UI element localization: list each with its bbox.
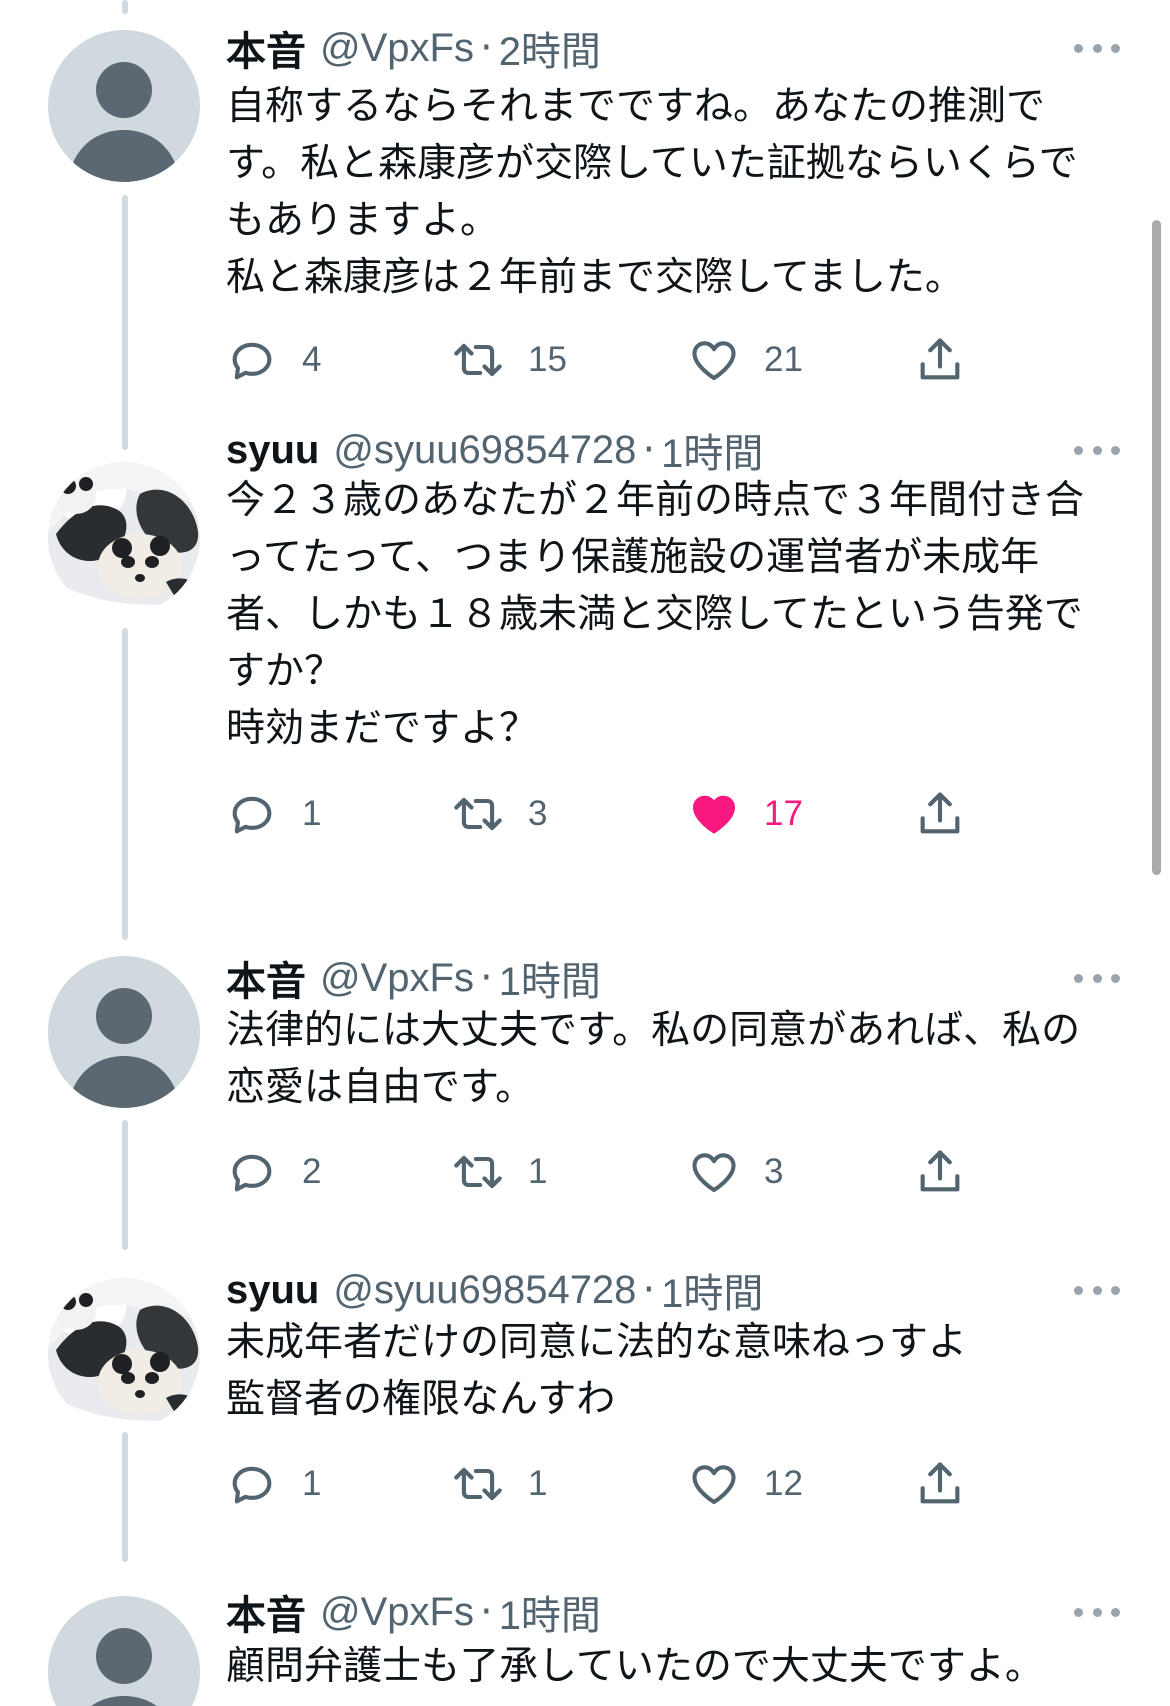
more-icon[interactable]: [1074, 958, 1120, 998]
user-handle[interactable]: @syuu69854728: [333, 428, 636, 473]
separator-dot: ·: [642, 1267, 656, 1313]
like-button[interactable]: 12: [688, 1454, 803, 1514]
tweet-header: 本音 @VpxFs · 1時間: [226, 948, 1120, 1008]
default-avatar-icon[interactable]: [48, 956, 200, 1108]
retweet-button[interactable]: 1: [452, 1454, 547, 1514]
timestamp[interactable]: 1時間: [499, 949, 601, 1007]
user-handle[interactable]: @syuu69854728: [333, 1268, 636, 1313]
user-handle[interactable]: @VpxFs: [320, 956, 474, 1001]
tweet-text: 未成年者だけの同意に法的な意味ねっすよ 監督者の権限なんすわ: [226, 1320, 968, 1422]
like-count: 21: [764, 340, 803, 379]
user-handle[interactable]: @VpxFs: [320, 26, 474, 71]
timestamp[interactable]: 1時間: [661, 421, 763, 479]
share-button[interactable]: [914, 1454, 966, 1514]
like-icon: [692, 341, 736, 381]
retweet-button[interactable]: 15: [452, 330, 567, 390]
tweet[interactable]: syuu @syuu69854728 · 1時間 未成年者だけの同意に法的な意味…: [0, 1250, 1170, 1540]
separator-dot: ·: [479, 955, 493, 1001]
separator-dot: ·: [479, 25, 493, 71]
reply-icon: [232, 1466, 272, 1504]
retweet-button[interactable]: 3: [452, 784, 547, 844]
like-count: 12: [764, 1464, 803, 1503]
tweet-text: 法律的には大丈夫です。私の同意があれば、私の恋愛は自由です。: [226, 1008, 1081, 1110]
tweet-text: 自称するならそれまでですね。あなたの推測です。私と森康彦が交際していた証拠ならい…: [226, 84, 1078, 300]
reply-button[interactable]: 1: [226, 1454, 321, 1514]
share-icon: [920, 1462, 960, 1504]
retweet-icon: [454, 343, 502, 377]
retweet-icon: [454, 1155, 502, 1189]
reply-count: 1: [302, 794, 322, 833]
tweet[interactable]: syuu @syuu69854728 · 1時間 今２３歳のあなたが２年前の時点…: [0, 420, 1170, 890]
display-name[interactable]: 本音: [226, 1583, 306, 1641]
share-icon: [920, 338, 960, 380]
reply-thread: 本音 @VpxFs · 2時間 自称するならそれまでですね。あなたの推測です。私…: [0, 0, 1170, 1706]
scrollbar[interactable]: [1152, 220, 1161, 875]
reply-button[interactable]: 1: [226, 784, 321, 844]
tweet-header: 本音 @VpxFs · 2時間: [226, 18, 1120, 78]
display-name[interactable]: syuu: [226, 1268, 319, 1313]
like-icon: [692, 795, 736, 834]
like-button[interactable]: 3: [688, 1142, 783, 1202]
reply-count: 2: [302, 1152, 322, 1191]
timestamp[interactable]: 2時間: [499, 19, 601, 77]
like-button[interactable]: 21: [688, 330, 803, 390]
tweet-actions: 1 3 17: [226, 784, 986, 844]
tweet[interactable]: 本音 @VpxFs · 1時間 法律的には大丈夫です。私の同意があれば、私の恋愛…: [0, 940, 1170, 1240]
retweet-count: 3: [528, 794, 548, 833]
timestamp[interactable]: 1時間: [499, 1583, 601, 1641]
user-handle[interactable]: @VpxFs: [320, 1590, 474, 1635]
display-name[interactable]: 本音: [226, 19, 306, 77]
reply-button[interactable]: 4: [226, 330, 321, 390]
tweet[interactable]: 本音 @VpxFs · 1時間 顧問弁護士も了承していたので大丈夫ですよ。: [0, 1560, 1170, 1706]
share-button[interactable]: [914, 1142, 966, 1202]
retweet-count: 15: [528, 340, 567, 379]
reply-icon: [232, 1154, 272, 1192]
retweet-count: 1: [528, 1464, 548, 1503]
reply-count: 4: [302, 340, 322, 379]
share-button[interactable]: [914, 784, 966, 844]
retweet-count: 1: [528, 1152, 548, 1191]
more-icon[interactable]: [1074, 1270, 1120, 1310]
tweet[interactable]: 本音 @VpxFs · 2時間 自称するならそれまでですね。あなたの推測です。私…: [0, 0, 1170, 440]
more-icon[interactable]: [1074, 1592, 1120, 1632]
reply-icon: [232, 796, 272, 834]
share-icon: [920, 1150, 960, 1192]
like-count: 3: [764, 1152, 784, 1191]
separator-dot: ·: [479, 1589, 493, 1635]
more-icon[interactable]: [1074, 430, 1120, 470]
timestamp[interactable]: 1時間: [661, 1261, 763, 1319]
reply-button[interactable]: 2: [226, 1142, 321, 1202]
like-icon: [692, 1153, 736, 1193]
retweet-button[interactable]: 1: [452, 1142, 547, 1202]
tweet-header: 本音 @VpxFs · 1時間: [226, 1582, 1120, 1642]
reply-count: 1: [302, 1464, 322, 1503]
tweet-header: syuu @syuu69854728 · 1時間: [226, 420, 1120, 480]
tweet-actions: 2 1 3: [226, 1142, 986, 1202]
panda-avatar-icon[interactable]: [48, 1278, 200, 1430]
display-name[interactable]: syuu: [226, 428, 319, 473]
display-name[interactable]: 本音: [226, 949, 306, 1007]
default-avatar-icon[interactable]: [48, 1596, 200, 1706]
reply-icon: [232, 342, 272, 380]
more-icon[interactable]: [1074, 28, 1120, 68]
like-count: 17: [764, 794, 803, 833]
retweet-icon: [454, 1467, 502, 1501]
panda-avatar-icon[interactable]: [48, 462, 200, 614]
share-button[interactable]: [914, 330, 966, 390]
tweet-actions: 1 1 12: [226, 1454, 986, 1514]
like-button[interactable]: 17: [688, 784, 803, 844]
tweet-text: 今２３歳のあなたが２年前の時点で３年間付き合ってたって、つまり保護施設の運営者が…: [226, 478, 1085, 751]
share-icon: [920, 792, 960, 834]
default-avatar-icon[interactable]: [48, 30, 200, 182]
separator-dot: ·: [642, 427, 656, 473]
tweet-actions: 4 15 21: [226, 330, 986, 390]
tweet-header: syuu @syuu69854728 · 1時間: [226, 1260, 1120, 1320]
retweet-icon: [454, 797, 502, 831]
tweet-text: 顧問弁護士も了承していたので大丈夫ですよ。: [226, 1644, 1044, 1689]
like-icon: [692, 1465, 736, 1505]
